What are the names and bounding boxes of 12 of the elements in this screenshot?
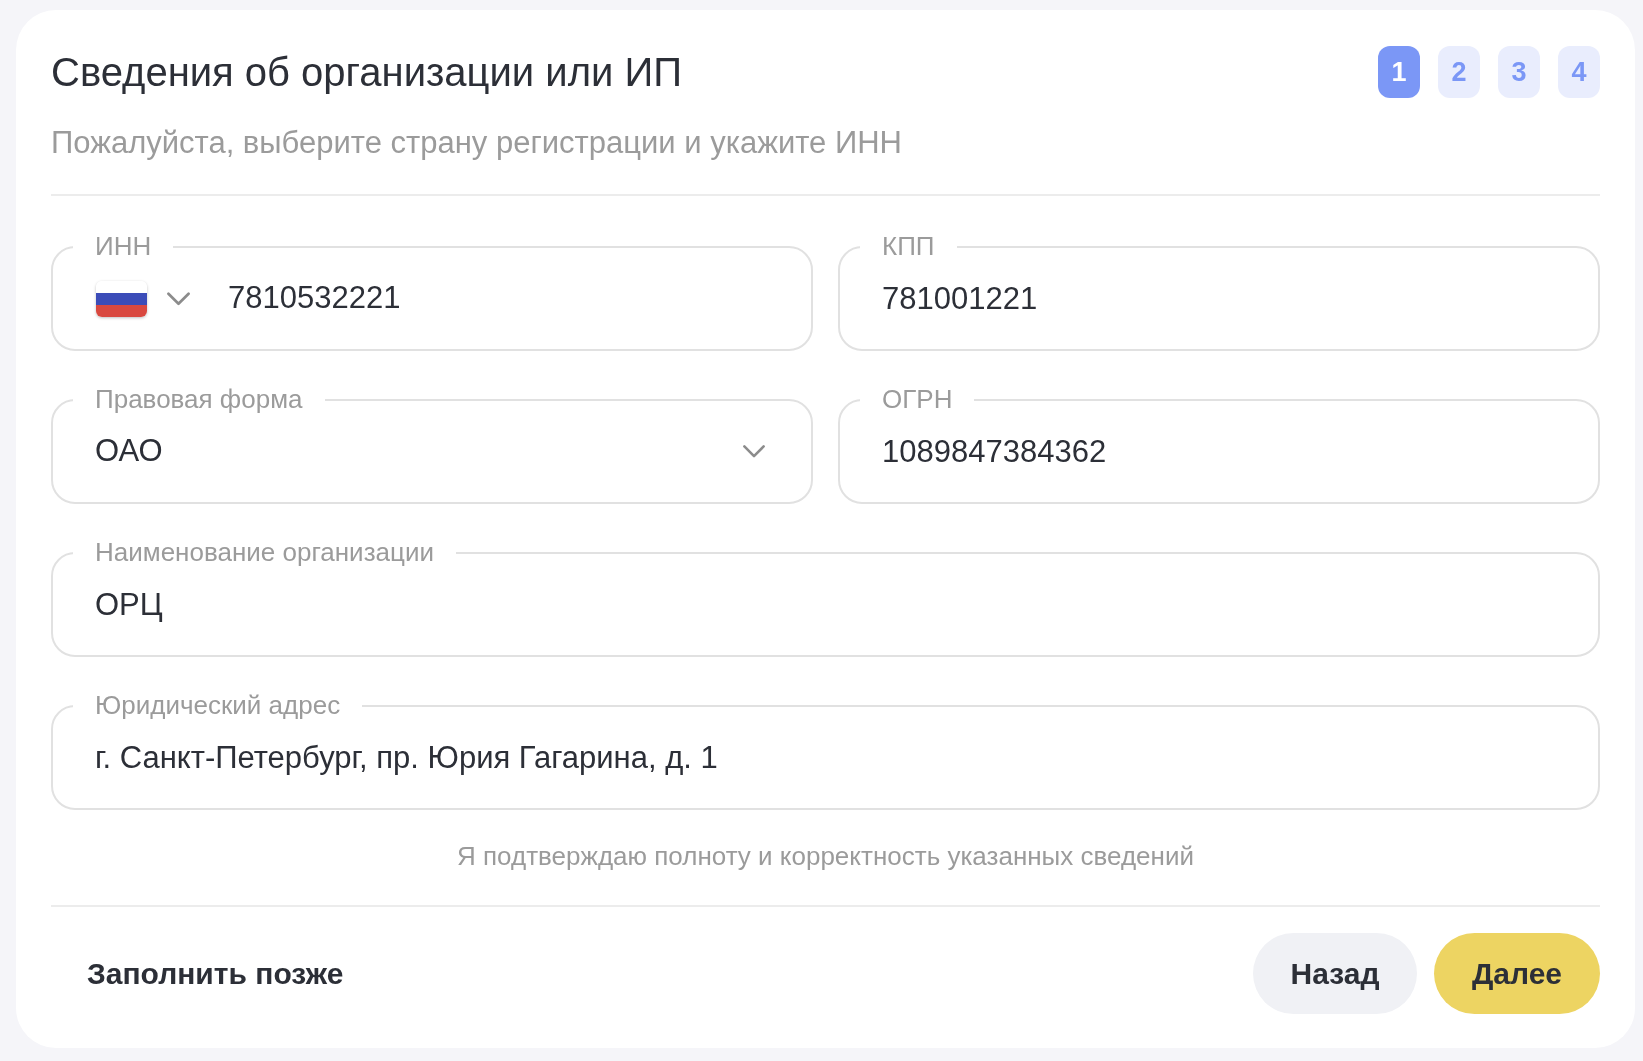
confirmation-text: Я подтверждаю полноту и корректность указанных сведений: [457, 840, 1194, 872]
fill-later-link[interactable]: Заполнить позже: [87, 955, 344, 992]
country-select[interactable]: [96, 280, 190, 317]
form-subtitle: Пожалуйста, выберите страну регистрации и укажите ИНН: [51, 125, 902, 161]
back-button[interactable]: Назад: [1253, 933, 1417, 1014]
inn-input[interactable]: 7810532221: [228, 275, 771, 322]
flag-icon: [96, 280, 147, 317]
chevron-down-icon: [743, 445, 765, 458]
next-button[interactable]: Далее: [1434, 933, 1600, 1014]
chevron-down-icon: [167, 291, 190, 306]
select-value: ОАО: [95, 432, 163, 471]
form-title: Сведения об организации или ИП: [51, 49, 682, 96]
